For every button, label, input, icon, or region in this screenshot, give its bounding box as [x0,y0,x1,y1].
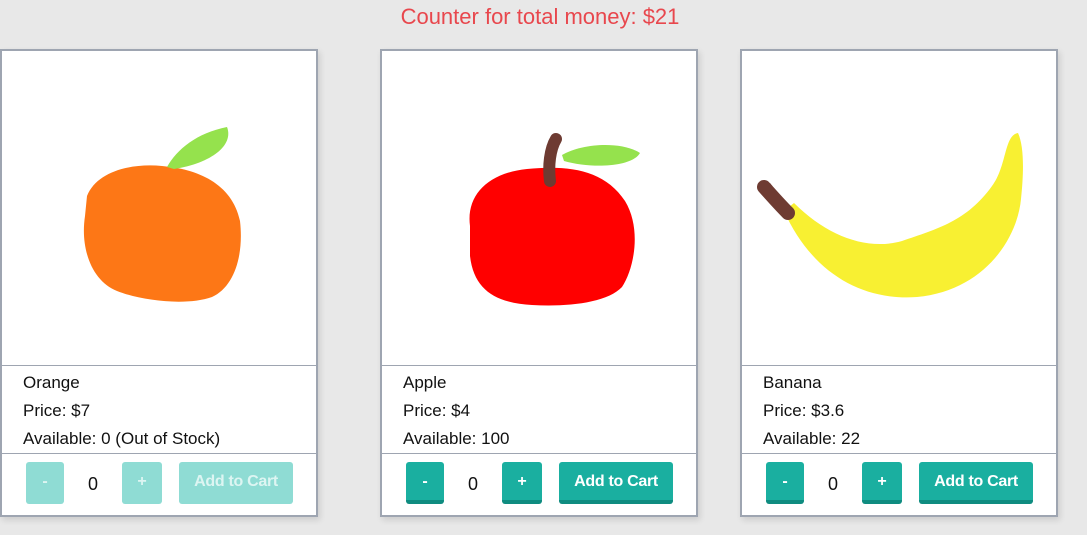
product-availability: Available: 100 [403,429,510,448]
product-name: Apple [403,373,447,392]
increase-quantity-button[interactable]: + [862,462,902,504]
product-price: Price: $3.6 [763,401,845,420]
product-image [742,51,1056,366]
product-image [2,51,316,366]
apple-icon [469,133,640,306]
product-price: Price: $7 [23,401,91,420]
orange-icon [83,127,241,302]
quantity-value: 0 [87,474,98,494]
product-card-banana: Banana Price: $3.6 Available: 22 - 0 + A… [740,49,1058,517]
product-name: Banana [763,373,822,392]
product-availability: Available: 22 [763,429,861,448]
product-name: Orange [23,373,80,392]
product-availability: Available: 0 (Out of Stock) [23,429,221,448]
decrease-quantity-button[interactable]: - [406,462,444,504]
product-price: Price: $4 [403,401,471,420]
increase-quantity-button[interactable]: + [122,462,162,504]
quantity-value: 0 [467,474,478,494]
total-money-counter: Counter for total money: $21 [400,4,680,29]
product-card-apple: Apple Price: $4 Available: 100 - 0 + Add… [380,49,698,517]
add-to-cart-button[interactable]: Add to Cart [559,462,673,504]
add-to-cart-button[interactable]: Add to Cart [919,462,1033,504]
increase-quantity-button[interactable]: + [502,462,542,504]
add-to-cart-button[interactable]: Add to Cart [179,462,293,504]
product-image [382,51,696,366]
banana-icon [757,133,1023,298]
product-card-orange: Orange Price: $7 Available: 0 (Out of St… [0,49,318,517]
decrease-quantity-button[interactable]: - [26,462,64,504]
quantity-value: 0 [827,474,838,494]
decrease-quantity-button[interactable]: - [766,462,804,504]
